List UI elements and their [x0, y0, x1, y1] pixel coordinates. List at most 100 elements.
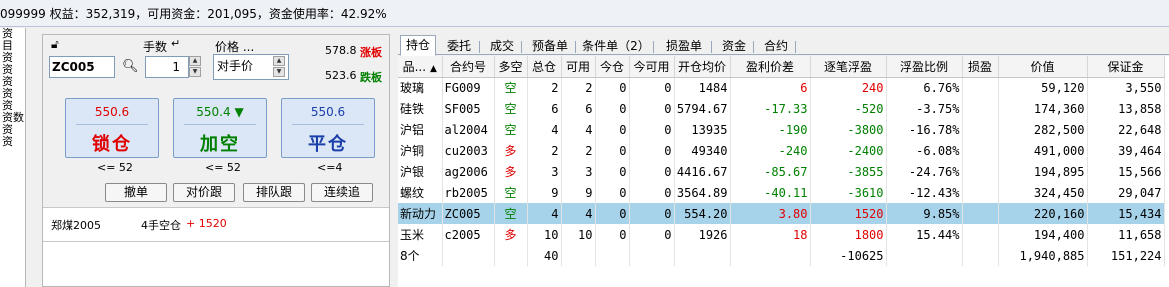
position-desc: 4手空仓 — [141, 219, 181, 232]
column-header[interactable]: 保证金 — [1087, 56, 1165, 78]
left-side-panel: 资目资资资资资资数资资 — [0, 28, 26, 287]
close-position-button[interactable]: 550.6 平仓 — [281, 98, 375, 158]
table-row[interactable]: 沪铝 al2004 空 4 4 0 0 13935 -190 -3800 -16.78% 282,50… — [398, 119, 1165, 140]
table-cell — [674, 245, 731, 266]
order-panel: 🔓︎ 手数 ↵ 价格 ... 578.8 涨板 523.6 跌板 ZC005 🔍… — [42, 34, 390, 287]
column-header[interactable]: 合约号 — [442, 56, 495, 78]
tab-3[interactable]: 预备单 — [524, 37, 576, 55]
column-header[interactable]: 总仓 — [527, 56, 562, 78]
contract-code-input[interactable]: ZC005 — [49, 56, 115, 78]
cancel-order-button[interactable]: 撤单 — [105, 183, 167, 202]
tab-5[interactable]: 损盈单 — [656, 37, 712, 55]
column-header[interactable]: 开仓均价 — [674, 56, 731, 78]
table-row[interactable]: 沪铜 cu2003 多 2 2 0 0 49340 -240 -2400 -6.08% 491,000… — [398, 140, 1165, 161]
table-cell: 174,360 — [998, 98, 1088, 119]
table-cell: 40 — [527, 245, 562, 266]
table-cell: 3 — [561, 161, 596, 182]
price-down-icon[interactable]: ▼ — [273, 67, 285, 77]
table-cell: -3610 — [810, 182, 887, 203]
table-cell: 6 — [730, 77, 811, 98]
column-header[interactable]: 品... ▲ — [398, 56, 443, 78]
tab-separator — [479, 41, 480, 53]
table-cell: 沪铝 — [398, 119, 443, 140]
column-header-label: 品... — [402, 59, 427, 74]
table-cell: 3564.89 — [674, 182, 731, 203]
column-header[interactable]: 今仓 — [595, 56, 630, 78]
tab-0[interactable]: 持仓 — [400, 35, 436, 56]
price-up-icon[interactable]: ▲ — [273, 56, 285, 66]
add-short-button[interactable]: 550.4 ▼ 加空 — [173, 98, 267, 158]
tab-separator — [575, 41, 576, 53]
tab-label: 委托 — [446, 39, 471, 53]
column-header[interactable]: 逐笔浮盈 — [810, 56, 887, 78]
table-cell: 491,000 — [998, 140, 1088, 161]
table-cell: 玉米 — [398, 224, 443, 245]
table-cell — [962, 203, 999, 224]
search-icon[interactable]: 🔍︎ — [122, 59, 139, 74]
table-cell: -2400 — [810, 140, 887, 161]
tab-7[interactable]: 合约 — [756, 37, 796, 55]
column-header-label: 价值 — [1030, 59, 1055, 74]
column-header-label: 今仓 — [599, 59, 624, 74]
tab-separator — [795, 41, 796, 53]
table-cell: 151,224 — [1087, 245, 1165, 266]
qty-down-icon[interactable]: ▼ — [189, 67, 201, 77]
column-header[interactable]: 损盈 — [962, 56, 999, 78]
position-contract: 郑煤2005 — [51, 219, 101, 232]
table-row[interactable]: 硅铁 SF005 空 6 6 0 0 5794.67 -17.33 -520 -3.75% 174,3… — [398, 98, 1165, 119]
tab-1[interactable]: 委托 — [438, 37, 480, 55]
add-short-max-qty: <= 52 — [205, 161, 241, 174]
table-cell: 29,047 — [1087, 182, 1165, 203]
side-item[interactable]: 资 — [0, 136, 25, 148]
lot-switch-icon[interactable]: ↵ — [171, 37, 180, 50]
column-header[interactable]: 可用 — [561, 56, 596, 78]
continuous-chase-button[interactable]: 连续追 — [311, 183, 373, 202]
column-header[interactable]: 今可用 — [629, 56, 675, 78]
column-header-label: 保证金 — [1107, 59, 1144, 74]
tab-label: 成交 — [489, 39, 514, 53]
counter-price-follow-button[interactable]: 对价跟 — [173, 183, 235, 202]
table-cell: -17.33 — [730, 98, 811, 119]
queue-follow-button[interactable]: 排队跟 — [243, 183, 305, 202]
position-summary: 郑煤2005 4手空仓 + 1520 — [43, 207, 389, 241]
qty-up-icon[interactable]: ▲ — [189, 56, 201, 66]
table-cell: -3.75% — [886, 98, 963, 119]
table-cell: -190 — [730, 119, 811, 140]
table-row[interactable]: 螺纹 rb2005 空 9 9 0 0 3564.89 -40.11 -3610 -12.43% 32… — [398, 182, 1165, 203]
tab-separator — [521, 41, 522, 53]
tab-label: 损盈单 — [665, 39, 702, 53]
table-row[interactable]: 玉米 c2005 多 10 10 0 0 1926 18 1800 15.44% 194,400 11,… — [398, 224, 1165, 245]
table-cell: -6.08% — [886, 140, 963, 161]
table-row[interactable]: 玻璃 FG009 空 2 2 0 0 1484 6 240 6.76% 59,120 3,550 — [398, 77, 1165, 98]
table-row[interactable]: 新动力 ZC005 空 4 4 0 0 554.20 3.80 1520 9.85% 220,160 1… — [398, 203, 1165, 224]
column-header[interactable]: 价值 — [998, 56, 1088, 78]
table-cell: 3,550 — [1087, 77, 1165, 98]
table-cell: 空 — [494, 119, 528, 140]
table-cell — [962, 161, 999, 182]
tab-separator — [653, 41, 654, 53]
table-cell: 0 — [595, 77, 630, 98]
lot-quantity-input[interactable]: 1 — [145, 56, 189, 78]
table-row[interactable]: 8个 40 -10625 1,940,885 151,224 — [398, 245, 1165, 266]
tab-6[interactable]: 资金 — [714, 37, 754, 55]
tab-4[interactable]: 条件单（2） — [578, 37, 654, 55]
table-cell: 9 — [561, 182, 596, 203]
table-cell: -12.43% — [886, 182, 963, 203]
column-header[interactable]: 浮盈比例 — [886, 56, 963, 78]
column-header-label: 今可用 — [633, 59, 670, 74]
price-label: 价格 ... — [215, 40, 255, 54]
positions-grid: 品... ▲ 合约号 多空 总仓 可用 今仓 今可用 开仓均价 盈利价差 逐笔浮盈 浮盈比例 损盈 价值 保… — [398, 56, 1169, 287]
table-cell: SF005 — [442, 98, 495, 119]
table-cell: 1,940,885 — [998, 245, 1088, 266]
table-cell: 0 — [595, 98, 630, 119]
table-cell: -520 — [810, 98, 887, 119]
column-header[interactable]: 盈利价差 — [730, 56, 811, 78]
table-cell: 0 — [629, 119, 675, 140]
lock-icon[interactable]: 🔓︎ — [51, 37, 59, 52]
position-pnl: + 1520 — [186, 217, 227, 230]
table-row[interactable]: 沪银 ag2006 多 3 3 0 0 4416.67 -85.67 -3855 -24.76% 19… — [398, 161, 1165, 182]
tab-bar: 持仓 委托 成交 预备单 条件单（2） 损盈单 资金 合约 — [398, 35, 1169, 56]
column-header[interactable]: 多空 — [494, 56, 528, 78]
lock-position-button[interactable]: 550.6 锁仓 — [65, 98, 159, 158]
tab-2[interactable]: 成交 — [482, 37, 522, 55]
